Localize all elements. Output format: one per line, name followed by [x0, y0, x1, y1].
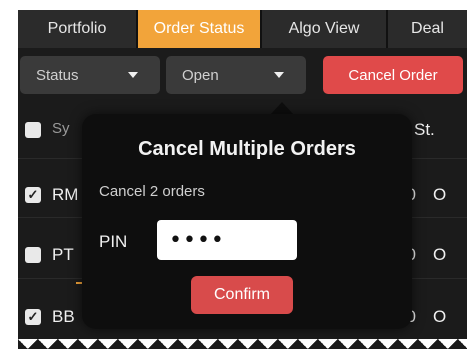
- pin-input[interactable]: [157, 220, 297, 260]
- tab-order-status[interactable]: Order Status: [138, 10, 260, 48]
- chevron-down-icon: [128, 72, 138, 78]
- row-symbol: RM: [52, 185, 79, 204]
- status-column-header: St.: [414, 120, 435, 139]
- row-status: O: [433, 245, 447, 264]
- symbol-column-header: Sy: [52, 120, 70, 137]
- dialog-message: Cancel 2 orders: [99, 183, 205, 200]
- order-status-app: Portfolio Order Status Algo View Deal St…: [18, 10, 467, 349]
- row-status: O: [433, 307, 447, 326]
- row-status: O: [433, 185, 447, 204]
- row-symbol: PT: [52, 245, 74, 264]
- row-symbol: BB: [52, 307, 75, 326]
- open-filter-dropdown[interactable]: Open: [166, 56, 306, 94]
- chevron-down-icon: [274, 72, 284, 78]
- cancel-multiple-orders-dialog: Cancel Multiple Orders Cancel 2 orders P…: [82, 114, 412, 329]
- torn-edge: [18, 339, 467, 349]
- cancel-order-button[interactable]: Cancel Order: [323, 56, 463, 94]
- status-filter-dropdown[interactable]: Status: [20, 56, 160, 94]
- status-filter-label: Status: [36, 66, 79, 84]
- row-checkbox[interactable]: [25, 247, 41, 263]
- row-checkbox[interactable]: ✓: [25, 187, 41, 203]
- tab-bar: Portfolio Order Status Algo View Deal: [18, 10, 467, 48]
- tab-algo-view[interactable]: Algo View: [262, 10, 386, 48]
- tab-portfolio[interactable]: Portfolio: [18, 10, 136, 48]
- row-checkbox[interactable]: ✓: [25, 309, 41, 325]
- tab-deal[interactable]: Deal: [388, 10, 467, 48]
- pin-label: PIN: [99, 232, 128, 251]
- dialog-title: Cancel Multiple Orders: [138, 138, 356, 160]
- open-filter-label: Open: [182, 66, 219, 84]
- confirm-button[interactable]: Confirm: [191, 276, 293, 314]
- select-all-checkbox[interactable]: [25, 122, 41, 138]
